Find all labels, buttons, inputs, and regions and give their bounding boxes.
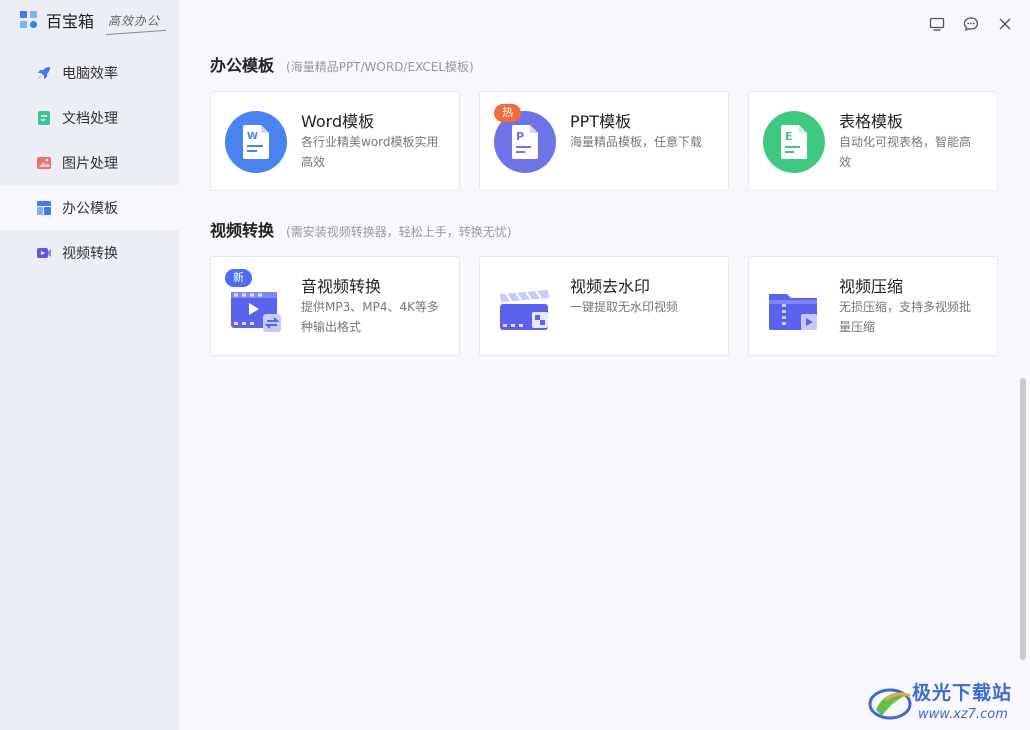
card-excel-template[interactable]: E 表格模板 自动化可视表格，智能高效	[748, 91, 998, 191]
sidebar-item-pc-efficiency[interactable]: 电脑效率	[0, 50, 179, 95]
card-word-template[interactable]: W Word模板 各行业精美word模板实用高效	[210, 91, 460, 191]
watermark-url: www.xz7.com	[918, 707, 1008, 722]
sidebar-item-video[interactable]: 视频转换	[0, 230, 179, 275]
app-logo-icon	[20, 11, 38, 29]
card-ppt-template[interactable]: 热 P PPT模板 海量精品模板，任意下载	[479, 91, 729, 191]
section-office-template: 办公模板 (海量精品PPT/WORD/EXCEL模板)	[210, 52, 474, 76]
sidebar-item-image[interactable]: 图片处理	[0, 140, 179, 185]
svg-text:P: P	[516, 130, 524, 143]
sidebar-item-office-template[interactable]: 办公模板	[0, 185, 179, 230]
card-title: 视频压缩	[839, 277, 904, 296]
sidebar-item-label: 电脑效率	[62, 65, 118, 82]
card-description: 提供MP3、MP4、4K等多种输出格式	[301, 300, 439, 334]
template-icon	[37, 200, 51, 215]
sidebar-item-label: 图片处理	[62, 155, 118, 172]
rocket-icon	[38, 66, 50, 79]
feedback-icon[interactable]	[963, 16, 979, 32]
svg-text:W: W	[247, 131, 258, 142]
video-compress-icon	[769, 294, 817, 330]
svg-text:E: E	[785, 130, 793, 143]
section-subtitle: (海量精品PPT/WORD/EXCEL模板)	[286, 60, 474, 74]
sidebar-item-label: 视频转换	[62, 245, 118, 262]
scrollbar[interactable]	[1020, 378, 1026, 660]
new-badge: 新	[225, 269, 252, 287]
monitor-icon[interactable]	[929, 16, 945, 32]
section-title: 办公模板	[210, 56, 275, 75]
app-title: 百宝箱	[46, 12, 95, 31]
app-logo: 百宝箱 高效办公	[20, 8, 160, 32]
card-title: 音视频转换	[301, 277, 382, 296]
image-icon	[37, 156, 51, 169]
card-title: 视频去水印	[570, 277, 651, 296]
card-video-compress[interactable]: 视频压缩 无损压缩，支持多视频批量压缩	[748, 256, 998, 356]
watermark-logo-icon	[868, 688, 912, 720]
watermark-text: 极光下载站	[912, 682, 1013, 704]
sidebar-item-document[interactable]: 文档处理	[0, 95, 179, 140]
site-watermark: 极光下载站 www.xz7.com	[868, 676, 1026, 726]
card-description: 各行业精美word模板实用高效	[301, 135, 439, 169]
sidebar: 百宝箱 高效办公 电脑效率 文档处理 图片处理 办公模板 视频转换	[0, 0, 179, 730]
card-title: 表格模板	[839, 112, 904, 131]
hot-badge: 热	[494, 104, 521, 122]
video-icon	[37, 247, 51, 258]
card-description: 海量精品模板，任意下载	[570, 135, 703, 149]
card-description: 一键提取无水印视频	[570, 300, 679, 314]
card-av-convert[interactable]: 新 音视频转换 提供MP3、MP4、4K等多种输出格式	[210, 256, 460, 356]
close-icon[interactable]	[997, 16, 1013, 32]
word-template-icon: W	[225, 111, 287, 173]
card-title: PPT模板	[570, 112, 632, 131]
section-video-convert: 视频转换 (需安装视频转换器，轻松上手，转换无忧)	[210, 217, 511, 241]
video-watermark-icon	[500, 290, 549, 330]
document-icon	[38, 110, 50, 125]
sidebar-nav: 电脑效率 文档处理 图片处理 办公模板 视频转换	[0, 50, 179, 275]
card-description: 无损压缩，支持多视频批量压缩	[839, 300, 972, 334]
sidebar-item-label: 文档处理	[62, 110, 118, 127]
card-description: 自动化可视表格，智能高效	[839, 135, 972, 169]
app-slogan: 高效办公	[108, 13, 161, 28]
card-title: Word模板	[301, 112, 375, 131]
excel-template-icon: E	[763, 111, 825, 173]
section-subtitle: (需安装视频转换器，轻松上手，转换无忧)	[286, 225, 512, 239]
section-title: 视频转换	[210, 221, 275, 240]
card-video-watermark[interactable]: 视频去水印 一键提取无水印视频	[479, 256, 729, 356]
sidebar-item-label: 办公模板	[62, 200, 118, 217]
